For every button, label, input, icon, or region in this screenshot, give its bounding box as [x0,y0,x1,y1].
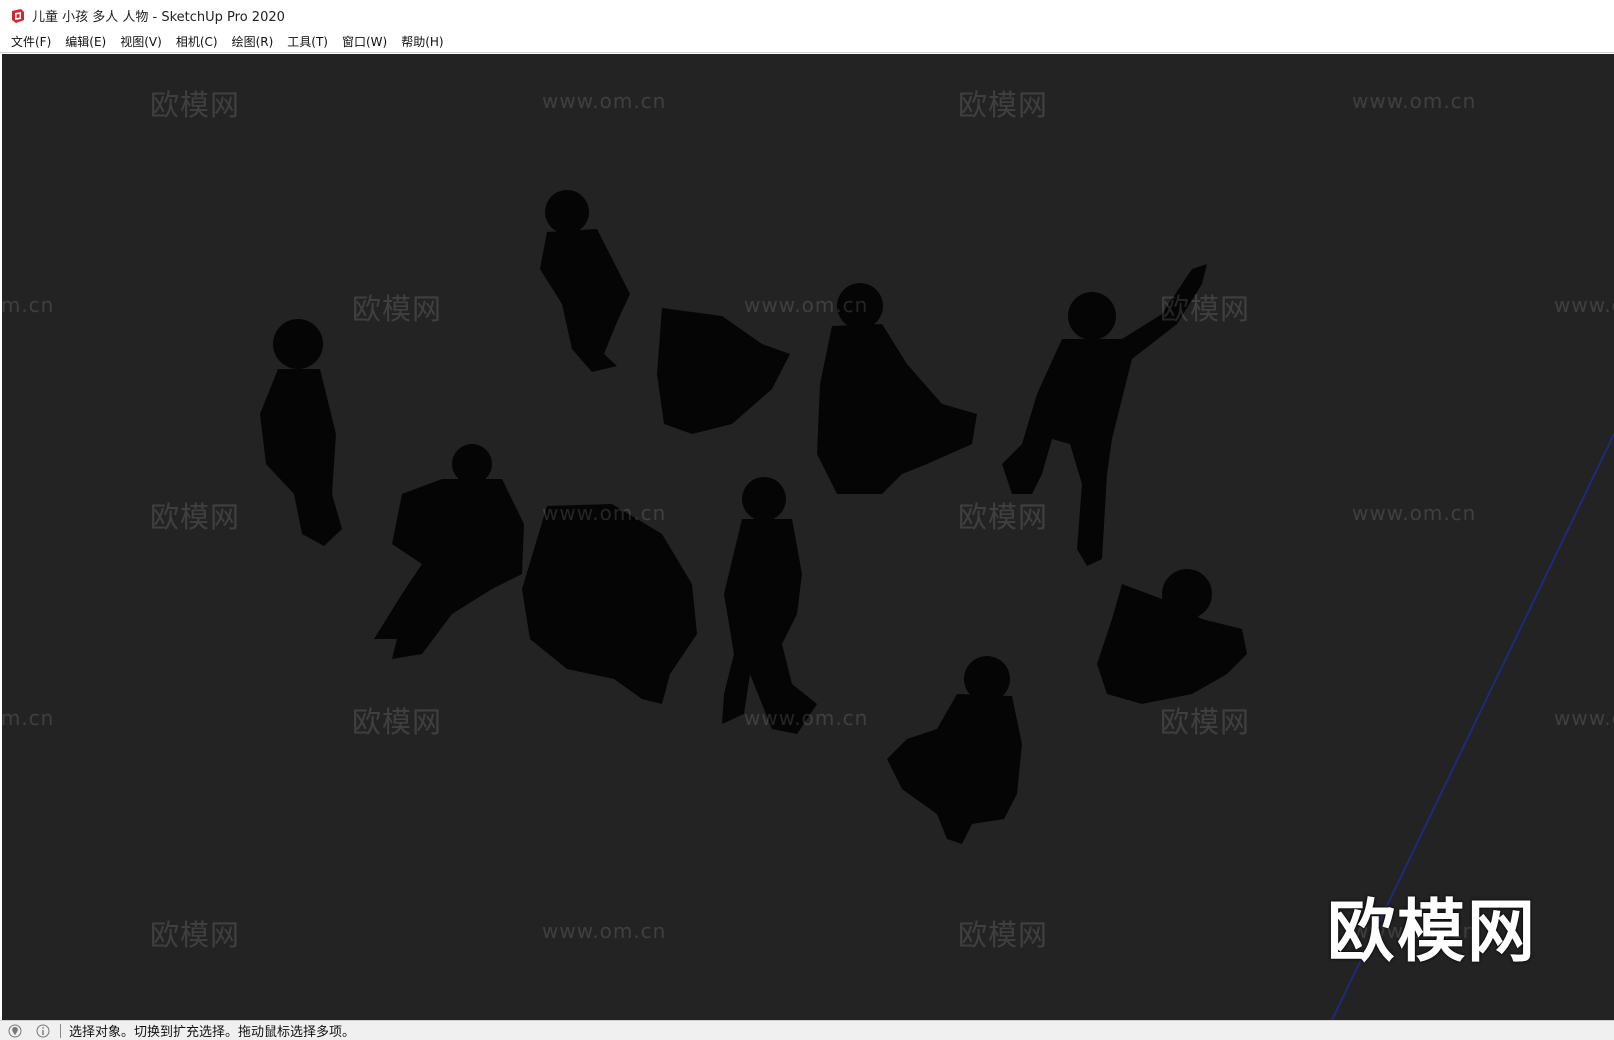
status-divider [60,1023,61,1038]
child-figure-8 [722,477,817,734]
model-viewport[interactable]: 欧模网 www.om.cn 欧模网 www.om.cn www.om.cn 欧模… [2,54,1614,1020]
menu-file[interactable]: 文件(F) [4,33,58,50]
title-bar: 儿童 小孩 多人 人物 - SketchUp Pro 2020 [0,0,1614,32]
menu-help[interactable]: 帮助(H) [394,33,450,50]
menu-tools[interactable]: 工具(T) [280,33,335,50]
window-title: 儿童 小孩 多人 人物 - SketchUp Pro 2020 [32,10,285,25]
watermark-logo: 欧模网 [1327,893,1538,972]
child-figure-9 [887,656,1022,844]
menu-view[interactable]: 视图(V) [113,33,169,50]
menu-camera[interactable]: 相机(C) [169,33,225,50]
child-figure-5 [1002,264,1207,566]
child-figures-group [260,190,1247,844]
child-figure-7 [522,504,697,704]
child-figure-3 [657,308,790,434]
geo-location-icon[interactable] [8,1024,22,1038]
menu-window[interactable]: 窗口(W) [335,33,394,50]
child-figure-6 [374,444,524,659]
info-icon[interactable] [36,1024,50,1038]
menu-edit[interactable]: 编辑(E) [58,33,113,50]
sketchup-logo-icon [12,8,24,23]
child-figure-4 [817,283,977,494]
menu-bar: 文件(F) 编辑(E) 视图(V) 相机(C) 绘图(R) 工具(T) 窗口(W… [0,31,1614,53]
status-message: 选择对象。切换到扩充选择。拖动鼠标选择多项。 [69,1025,356,1040]
menu-draw[interactable]: 绘图(R) [225,33,281,50]
child-figure-1 [260,319,342,546]
child-figure-10 [1097,569,1247,704]
status-bar: 选择对象。切换到扩充选择。拖动鼠标选择多项。 [0,1020,1614,1040]
child-figure-2 [540,190,630,372]
